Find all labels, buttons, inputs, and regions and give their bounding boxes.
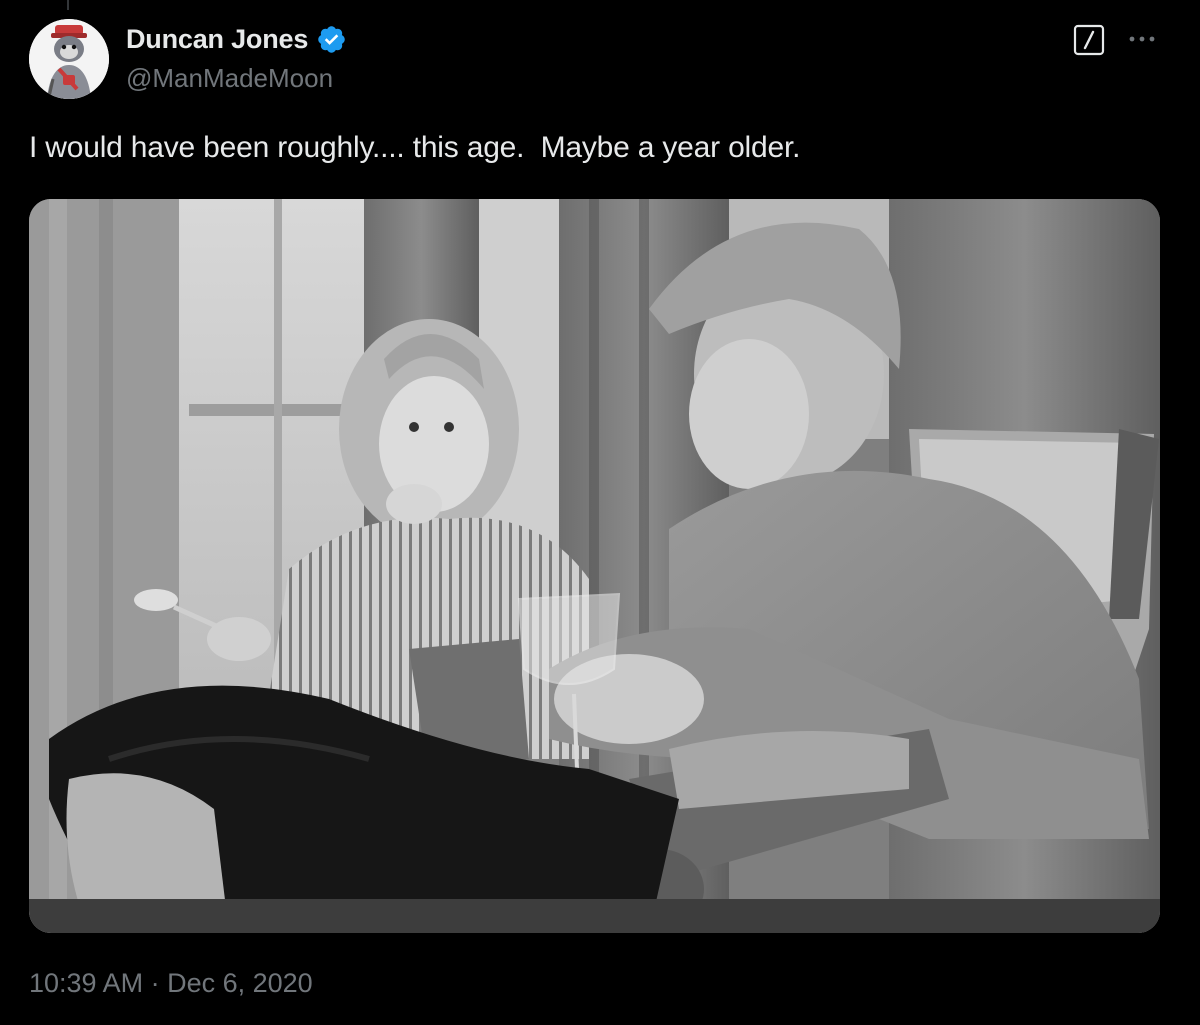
tweet-photo[interactable] (29, 199, 1160, 933)
verified-badge-icon[interactable] (316, 24, 347, 55)
tweet-timestamp[interactable]: 10:39 AM · Dec 6, 2020 (29, 968, 313, 999)
grok-icon (1073, 24, 1105, 56)
avatar[interactable] (29, 19, 109, 99)
more-options-button[interactable] (1124, 22, 1160, 56)
avatar-image (29, 19, 109, 99)
photo-image (29, 199, 1160, 933)
author-display-name[interactable]: Duncan Jones (126, 24, 308, 55)
grok-button[interactable] (1073, 24, 1105, 56)
author-name-row[interactable]: Duncan Jones (126, 22, 347, 56)
more-options-icon (1129, 36, 1155, 42)
author-handle[interactable]: @ManMadeMoon (126, 63, 333, 94)
thread-connector-line (67, 0, 69, 10)
tweet-text: I would have been roughly.... this age. … (29, 131, 801, 164)
